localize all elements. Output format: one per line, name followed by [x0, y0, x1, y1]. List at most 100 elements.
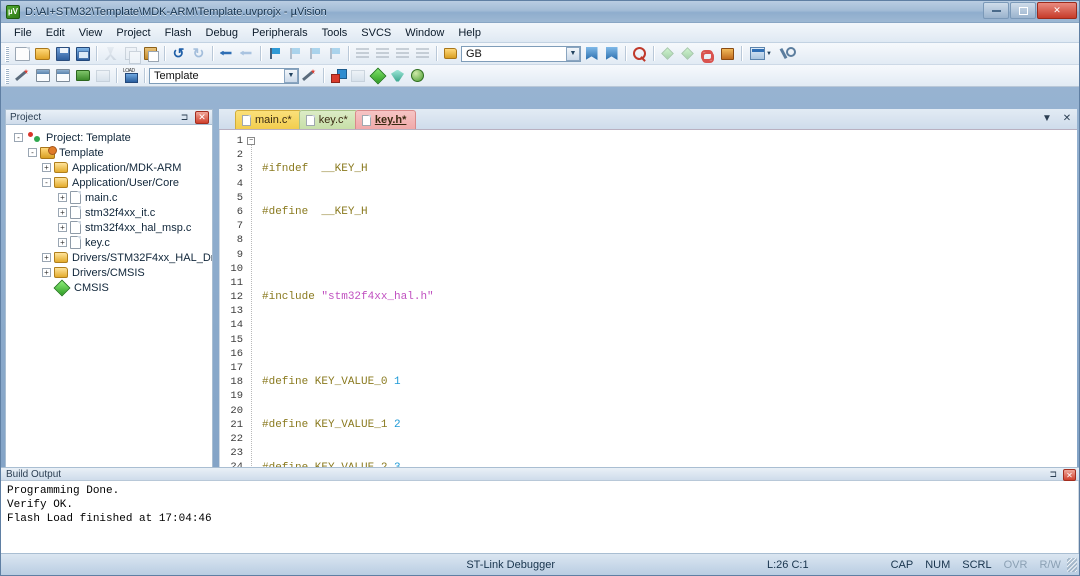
pack-installer-button[interactable] — [718, 45, 737, 63]
run-button[interactable] — [368, 67, 387, 85]
uncomment-button[interactable] — [413, 45, 432, 63]
links-button[interactable] — [698, 45, 717, 63]
close-button[interactable]: ✕ — [1037, 2, 1077, 19]
outdent-button[interactable] — [373, 45, 392, 63]
batch-build-button[interactable] — [73, 67, 92, 85]
close-icon[interactable]: ✕ — [195, 111, 209, 124]
chevron-down-icon[interactable]: ▼ — [1041, 112, 1053, 124]
tree-node-cmsis[interactable]: CMSIS — [6, 279, 212, 296]
new-file-button[interactable] — [13, 45, 32, 63]
stop-build-button[interactable] — [93, 67, 112, 85]
toolbar-grip[interactable] — [5, 45, 9, 62]
tree-node-drivers-hal[interactable]: + Drivers/STM32F4xx_HAL_Driver — [6, 250, 212, 265]
expander-icon[interactable]: - — [42, 178, 51, 187]
code-fold-gutter[interactable]: − — [246, 130, 258, 514]
expander-icon[interactable]: + — [58, 193, 67, 202]
expander-icon[interactable]: - — [28, 148, 37, 157]
close-icon[interactable]: ✕ — [1063, 469, 1076, 481]
expander-icon[interactable]: + — [58, 223, 67, 232]
pin-icon[interactable]: ⊐ — [1049, 469, 1057, 480]
bookmark-toggle-button[interactable] — [265, 45, 284, 63]
find-button[interactable] — [630, 45, 649, 63]
tree-node-template[interactable]: - Template — [6, 145, 212, 160]
menu-debug[interactable]: Debug — [199, 25, 245, 41]
paste-button[interactable] — [141, 45, 160, 63]
tree-node-main-c[interactable]: + main.c — [6, 190, 212, 205]
target-select[interactable]: Template ▼ — [149, 67, 299, 84]
expander-icon[interactable]: + — [42, 253, 51, 262]
translate-button[interactable] — [13, 67, 32, 85]
bookmark-prev-button[interactable] — [285, 45, 304, 63]
resize-grip-icon[interactable] — [1066, 557, 1077, 572]
build-output-content[interactable]: Programming Done. Verify OK. Flash Load fi… — [1, 481, 1079, 553]
tree-node-stm32f4xx-hal-msp-c[interactable]: + stm32f4xx_hal_msp.c — [6, 220, 212, 235]
save-all-button[interactable] — [73, 45, 92, 63]
project-tree[interactable]: - Project: Template - Template + Applica… — [5, 124, 213, 510]
search-folder-button[interactable] — [441, 45, 460, 63]
menu-edit[interactable]: Edit — [39, 25, 72, 41]
editor-tab-main-c[interactable]: main.c* — [235, 110, 302, 129]
cut-button[interactable] — [101, 45, 120, 63]
rebuild-button[interactable] — [53, 67, 72, 85]
search-input[interactable]: GB ▼ — [461, 45, 581, 62]
menu-peripherals[interactable]: Peripherals — [245, 25, 315, 41]
expander-icon[interactable]: - — [14, 133, 23, 142]
menu-file[interactable]: File — [7, 25, 39, 41]
remove-button[interactable] — [678, 45, 697, 63]
chevron-down-icon[interactable]: ▼ — [766, 51, 772, 57]
bookmark-button[interactable] — [602, 45, 621, 63]
bookmark-clear-button[interactable] — [325, 45, 344, 63]
fold-toggle-icon[interactable]: − — [247, 137, 255, 145]
bookmark-next-button[interactable] — [305, 45, 324, 63]
minimize-button[interactable] — [983, 2, 1009, 19]
tree-node-drivers-cmsis[interactable]: + Drivers/CMSIS — [6, 265, 212, 280]
forward-button[interactable] — [237, 45, 256, 63]
menu-help[interactable]: Help — [451, 25, 488, 41]
toolbar-grip[interactable] — [5, 67, 9, 84]
tree-node-project-template[interactable]: - Project: Template — [6, 130, 212, 145]
menu-project[interactable]: Project — [109, 25, 157, 41]
menu-svcs[interactable]: SVCS — [354, 25, 398, 41]
undo-button[interactable]: ↺ — [169, 45, 188, 63]
target-options-button[interactable] — [300, 67, 319, 85]
editor-tab-key-c[interactable]: key.c* — [298, 110, 358, 129]
tree-node-key-c[interactable]: + key.c — [6, 235, 212, 250]
code-editor[interactable]: 1234 5678 9 10 11 12 13 14 15 16 17 18 19 20 21 22… — [219, 130, 1077, 514]
expander-icon[interactable]: + — [42, 163, 51, 172]
close-icon[interactable]: ✕ — [1061, 112, 1073, 124]
manage-layers-button[interactable] — [348, 67, 367, 85]
insert-button[interactable] — [658, 45, 677, 63]
find-in-files-button[interactable] — [582, 45, 601, 63]
redo-button[interactable]: ↻ — [189, 45, 208, 63]
chevron-down-icon[interactable]: ▼ — [284, 68, 298, 83]
back-button[interactable] — [217, 45, 236, 63]
window-layout-button[interactable]: ▼ — [746, 45, 776, 63]
menu-flash[interactable]: Flash — [158, 25, 199, 41]
tree-node-stm32f4xx-it-c[interactable]: + stm32f4xx_it.c — [6, 205, 212, 220]
maximize-button[interactable] — [1010, 2, 1036, 19]
expander-icon[interactable]: + — [58, 238, 67, 247]
tree-node-application-mdk-arm[interactable]: + Application/MDK-ARM — [6, 160, 212, 175]
configure-button[interactable] — [777, 45, 796, 63]
menu-window[interactable]: Window — [398, 25, 451, 41]
indent-button[interactable] — [353, 45, 372, 63]
editor-tab-key-h[interactable]: key.h* — [354, 110, 417, 129]
tree-node-application-user-core[interactable]: - Application/User/Core — [6, 175, 212, 190]
menu-tools[interactable]: Tools — [315, 25, 355, 41]
pin-icon[interactable]: ⊐ — [179, 112, 190, 123]
code-content[interactable]: #ifndef __KEY_H #define __KEY_H #include… — [258, 130, 1077, 514]
pack-installer-button-2[interactable] — [408, 67, 427, 85]
pack-button[interactable] — [388, 67, 407, 85]
comment-button[interactable] — [393, 45, 412, 63]
tree-node-label: main.c — [85, 191, 118, 204]
open-file-button[interactable] — [33, 45, 52, 63]
chevron-down-icon[interactable]: ▼ — [566, 46, 580, 61]
save-button[interactable] — [53, 45, 72, 63]
download-button[interactable]: LOAD — [121, 67, 140, 85]
manage-project-button[interactable] — [328, 67, 347, 85]
copy-button[interactable] — [121, 45, 141, 64]
expander-icon[interactable]: + — [58, 208, 67, 217]
build-button[interactable] — [33, 67, 52, 85]
menu-view[interactable]: View — [72, 25, 110, 41]
expander-icon[interactable]: + — [42, 268, 51, 277]
